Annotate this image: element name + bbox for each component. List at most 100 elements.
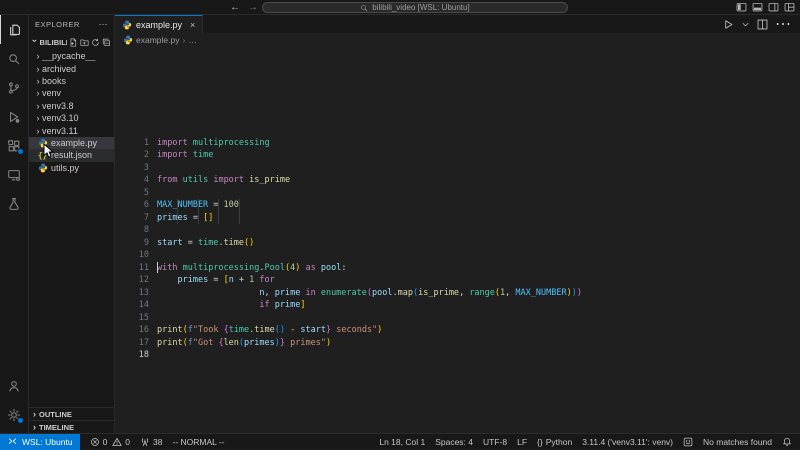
file-label: result.json	[51, 150, 93, 161]
file-label: __pycache__	[42, 51, 96, 62]
line-number: 14	[138, 300, 149, 310]
file-label: venv3.11	[42, 125, 78, 136]
split-editor-icon[interactable]	[757, 19, 768, 30]
new-folder-icon[interactable]	[80, 38, 89, 47]
status-label: Spaces: 4	[435, 436, 474, 447]
status-0[interactable]: 0	[112, 437, 130, 447]
timeline-panel-header[interactable]: › TIMELINE	[29, 420, 114, 433]
status-label: Python	[545, 436, 573, 447]
indent-guide	[198, 199, 199, 224]
status-label: No matches found	[703, 436, 772, 447]
remote-indicator[interactable]: WSL: Ubuntu	[0, 433, 80, 450]
chevron-right-icon: ›	[36, 125, 40, 136]
breadcrumb-separator: ›	[182, 34, 186, 45]
file-venv[interactable]: › venv	[29, 87, 114, 99]
status-ln-18-col-1[interactable]: Ln 18, Col 1	[379, 437, 425, 447]
close-icon[interactable]: ×	[190, 20, 195, 30]
command-center[interactable]: bilibili_video [WSL: Ubuntu]	[262, 2, 568, 13]
line-number: 15	[138, 312, 149, 323]
tab-example-py[interactable]: example.py ×	[115, 15, 204, 33]
chevron-right-icon: ›	[36, 75, 40, 86]
status-lf[interactable]: LF	[517, 437, 527, 447]
activity-extensions[interactable]	[0, 131, 28, 160]
status-38[interactable]: 38	[140, 437, 163, 447]
workspace-section-header[interactable]: › BILIBILI...	[29, 34, 114, 50]
line-number: 11	[138, 262, 149, 273]
layout-sidebar-left-icon[interactable]	[736, 2, 747, 13]
file-books[interactable]: › books	[29, 75, 114, 87]
status-utf-8[interactable]: UTF-8	[483, 437, 507, 447]
remote-label: WSL: Ubuntu	[22, 436, 73, 447]
code-line-5: 5	[115, 187, 800, 200]
breadcrumb[interactable]: example.py › …	[115, 33, 800, 46]
status-spaces-4[interactable]: Spaces: 4	[435, 437, 473, 447]
text-cursor	[157, 262, 158, 273]
activity-settings[interactable]	[0, 400, 28, 429]
activity-search[interactable]	[0, 44, 28, 73]
activity-remote-explorer[interactable]	[0, 160, 28, 189]
status-3-11-4-venv3-11-venv-[interactable]: 3.11.4 ('venv3.11': venv)	[582, 437, 673, 447]
explorer-title: EXPLORER	[35, 20, 80, 29]
file-__pycache__[interactable]: › __pycache__	[29, 50, 114, 62]
file-archived[interactable]: › archived	[29, 62, 114, 74]
nav-forward-icon[interactable]: →	[248, 2, 258, 13]
file-label: archived	[42, 63, 77, 74]
status-no-matches-found[interactable]: No matches found	[703, 437, 772, 447]
collapse-all-icon[interactable]	[102, 38, 111, 47]
layout-customize-icon[interactable]	[784, 2, 795, 13]
code-line-18: 18	[115, 349, 800, 362]
radio-tower-icon	[140, 437, 150, 447]
chevron-down-icon[interactable]	[741, 20, 750, 29]
chevron-right-icon: ›	[36, 63, 40, 74]
line-number: 7	[143, 212, 149, 223]
file-venv3.11[interactable]: › venv3.11	[29, 124, 114, 136]
status-python[interactable]: {} Python	[537, 437, 572, 447]
file-venv3.8[interactable]: › venv3.8	[29, 100, 114, 112]
code-editor[interactable]: 1 import multiprocessing 2 import time 3 4…	[115, 46, 800, 433]
indent-guide	[177, 199, 178, 224]
status-item[interactable]	[683, 437, 693, 447]
breadcrumb-file: example.py	[136, 34, 180, 45]
status-label: UTF-8	[483, 436, 508, 447]
status-0[interactable]: 0	[90, 436, 108, 447]
line-number: 4	[143, 175, 149, 185]
error-icon	[90, 437, 100, 447]
file-result.json[interactable]: {} result.json	[29, 149, 114, 162]
new-file-icon[interactable]	[69, 38, 78, 47]
status-label: 0	[125, 436, 131, 447]
status--normal-[interactable]: -- NORMAL --	[173, 437, 225, 447]
chevron-right-icon: ›	[36, 51, 40, 62]
activity-run-debug[interactable]	[0, 102, 28, 131]
activity-files[interactable]	[0, 15, 28, 44]
layout-panel-bottom-icon[interactable]	[752, 2, 763, 13]
outline-panel-header[interactable]: › OUTLINE	[29, 407, 114, 420]
nav-back-icon[interactable]: ←	[230, 2, 240, 13]
code-line-9: 9 start = time.time()	[115, 237, 800, 250]
code-line-14: 14 if prime]	[115, 299, 800, 312]
search-icon	[360, 4, 368, 12]
smiley-icon	[683, 437, 693, 447]
explorer-sidebar: EXPLORER ⋯ › BILIBILI... ›__pycache__ ›a…	[29, 15, 115, 433]
chevron-right-icon: ›	[33, 422, 36, 432]
breadcrumb-more: …	[188, 34, 197, 45]
file-example.py[interactable]: example.py	[29, 136, 114, 150]
activity-account[interactable]	[0, 371, 28, 400]
line-number: 8	[143, 225, 149, 235]
status-item[interactable]	[782, 437, 792, 447]
file-utils.py[interactable]: utils.py	[29, 162, 114, 174]
code-line-10: 10	[115, 249, 800, 262]
refresh-icon[interactable]	[91, 38, 100, 47]
file-venv3.10[interactable]: › venv3.10	[29, 112, 114, 124]
explorer-more-icon[interactable]: ⋯	[99, 19, 109, 30]
line-number: 13	[138, 287, 149, 298]
chevron-right-icon: ›	[36, 100, 40, 111]
activity-testing[interactable]	[0, 189, 28, 218]
layout-sidebar-right-icon[interactable]	[768, 2, 779, 13]
python-icon	[123, 35, 133, 45]
status-label: 0	[102, 436, 108, 447]
activity-source-control[interactable]	[0, 73, 28, 102]
line-number: 9	[143, 237, 149, 248]
workspace-name: BILIBILI...	[39, 37, 67, 47]
more-icon[interactable]: ⋯	[775, 14, 791, 34]
run-icon[interactable]	[723, 19, 734, 30]
